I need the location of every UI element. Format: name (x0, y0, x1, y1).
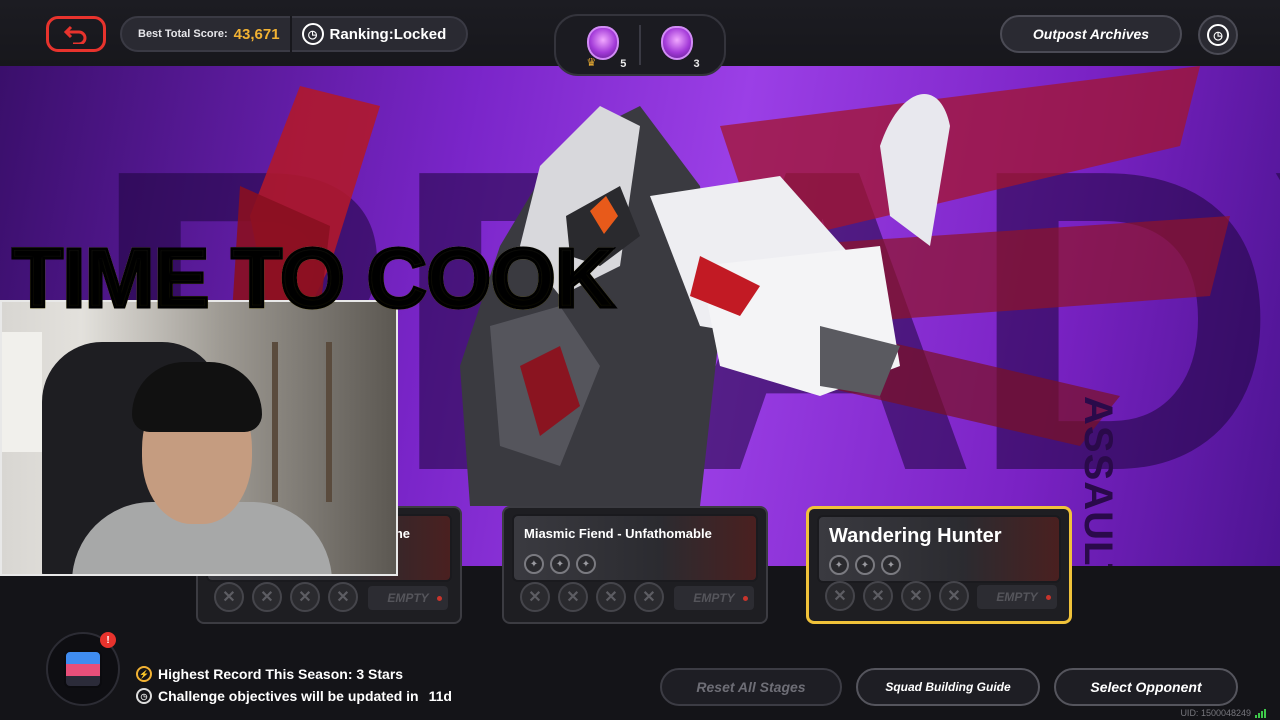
stage-name: Miasmic Fiend - Unfathomable (524, 526, 712, 541)
reset-all-stages-button[interactable]: Reset All Stages (660, 668, 842, 706)
objective-days: 11d (428, 688, 452, 704)
uid-text: UID: 1500048249 (1180, 708, 1251, 718)
medal-2-count: 3 (693, 58, 700, 70)
star-icon: ✦ (881, 555, 901, 575)
score-ranking-pill: Best Total Score: 43,671 ◷ Ranking:Locke… (120, 16, 468, 52)
status-text: EMPTY (996, 590, 1038, 604)
stage-header: Wandering Hunter ✦ ✦ ✦ (817, 515, 1061, 583)
star-icon: ✦ (524, 554, 544, 574)
status-dot (437, 595, 442, 601)
ranking-status: Ranking:Locked (329, 25, 447, 43)
team-slot[interactable]: ✕ (558, 582, 588, 612)
season-record-text: Highest Record This Season: 3 Stars (158, 666, 404, 682)
best-score-value: 43,671 (233, 25, 280, 43)
timer-button[interactable]: ◷ (1198, 15, 1238, 55)
timer-icon: ◷ (301, 23, 324, 45)
assault-side-label: ASSAULT (1076, 396, 1120, 566)
back-arrow-icon (63, 25, 87, 44)
medal-2: 3 (654, 22, 700, 70)
team-slot[interactable]: ✕ (634, 582, 664, 612)
team-slot[interactable]: ✕ (863, 581, 893, 611)
stage-stars: ✦ ✦ ✦ (829, 555, 901, 575)
purple-gem-medal-icon (587, 26, 620, 60)
team-slot[interactable]: ✕ (252, 582, 282, 612)
notification-badge: ! (100, 632, 116, 648)
star-icon: ✦ (550, 554, 570, 574)
medal-1: ♛ 5 (580, 22, 627, 70)
stage-card-3[interactable]: Wandering Hunter ✦ ✦ ✦ ✕ ✕ ✕ ✕ EMPTY (806, 506, 1072, 624)
stage-card-2[interactable]: Miasmic Fiend - Unfathomable ✦ ✦ ✦ ✕ ✕ ✕… (502, 506, 768, 624)
uid-readout: UID: 1500048249 (1180, 708, 1266, 718)
team-slot[interactable]: ✕ (939, 581, 969, 611)
status-badge: EMPTY (977, 585, 1057, 609)
season-record: ⚡ Highest Record This Season: 3 Stars (136, 666, 403, 682)
star-icon: ✦ (855, 555, 875, 575)
medal-1-count: 5 (620, 58, 627, 70)
team-slot[interactable]: ✕ (520, 582, 550, 612)
team-slot[interactable]: ✕ (214, 582, 244, 612)
team-slot[interactable]: ✕ (328, 582, 358, 612)
best-score-label: Best Total Score: (138, 28, 228, 40)
medal-counter[interactable]: ♛ 5 3 (554, 14, 726, 76)
webcam-shelf (272, 342, 332, 502)
stage-name: Wandering Hunter (829, 525, 1002, 547)
team-slot[interactable]: ✕ (825, 581, 855, 611)
select-opponent-button[interactable]: Select Opponent (1054, 668, 1238, 706)
stage-header: Miasmic Fiend - Unfathomable ✦ ✦ ✦ (512, 514, 758, 582)
outpost-archives-button[interactable]: Outpost Archives (1000, 15, 1182, 53)
shop-icon (64, 650, 102, 688)
team-slot[interactable]: ✕ (901, 581, 931, 611)
team-slot[interactable]: ✕ (596, 582, 626, 612)
status-text: EMPTY (693, 591, 735, 605)
back-button[interactable] (46, 16, 106, 52)
status-badge: EMPTY (368, 586, 448, 610)
stream-caption: TIME TO COOK (10, 231, 616, 325)
clock-icon: ◷ (1207, 24, 1229, 46)
team-slots: ✕ ✕ ✕ ✕ (520, 582, 664, 612)
medal-divider (638, 25, 641, 65)
top-bar: Best Total Score: 43,671 ◷ Ranking:Locke… (0, 0, 1280, 76)
status-text: EMPTY (387, 591, 429, 605)
clock-icon: ◷ (136, 688, 152, 704)
signal-icon (1255, 708, 1266, 718)
status-dot (1046, 594, 1051, 600)
objective-timer-text: Challenge objectives will be updated in (158, 688, 419, 704)
status-dot (743, 595, 748, 601)
star-icon: ✦ (576, 554, 596, 574)
webcam-overlay (0, 300, 398, 576)
stage-stars: ✦ ✦ ✦ (524, 554, 596, 574)
pill-divider (289, 16, 292, 52)
webcam-window (2, 332, 42, 452)
objective-timer: ◷ Challenge objectives will be updated i… (136, 688, 452, 704)
star-icon: ✦ (829, 555, 849, 575)
crown-icon: ♛ (586, 57, 597, 69)
purple-gem-medal-icon (660, 26, 693, 60)
team-slots: ✕ ✕ ✕ ✕ (214, 582, 358, 612)
squad-building-guide-button[interactable]: Squad Building Guide (856, 668, 1040, 706)
team-slots: ✕ ✕ ✕ ✕ (825, 581, 969, 611)
team-slot[interactable]: ✕ (290, 582, 320, 612)
status-badge: EMPTY (674, 586, 754, 610)
lightning-icon: ⚡ (136, 666, 152, 682)
